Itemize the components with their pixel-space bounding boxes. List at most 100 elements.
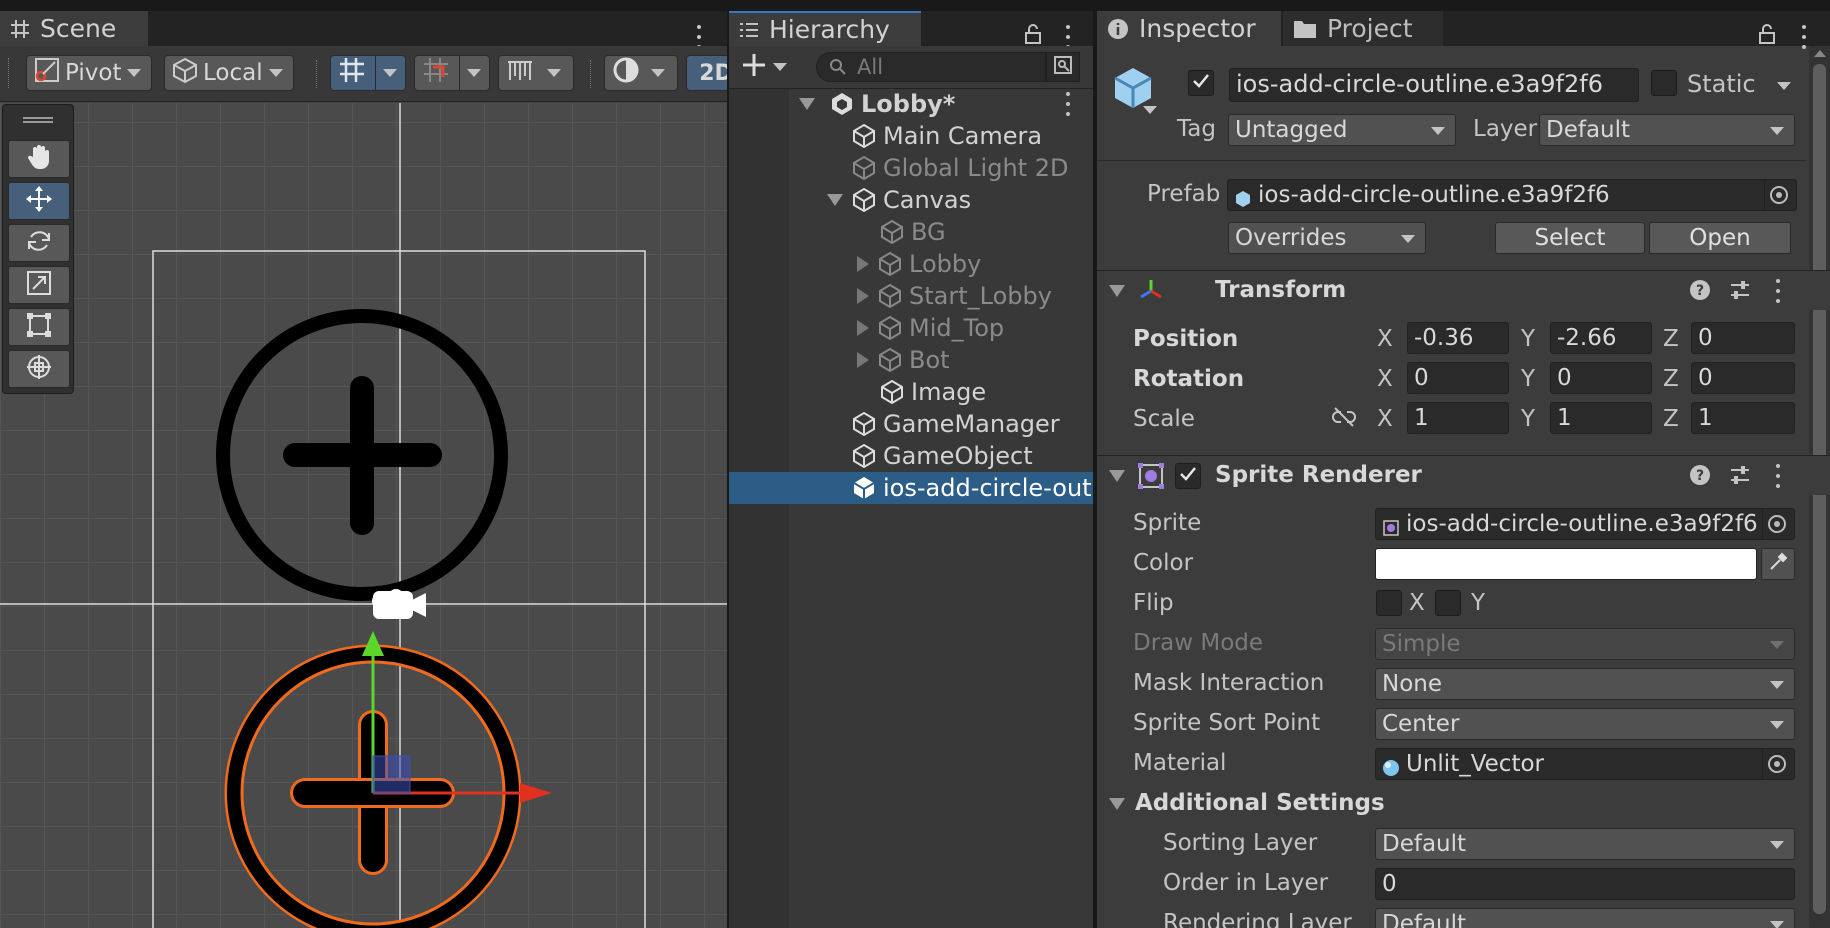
expand-arrow-icon[interactable] (799, 98, 815, 110)
rendering-layer-mask-dropdown[interactable]: Default (1375, 908, 1795, 928)
tab-project[interactable]: Project (1283, 11, 1443, 46)
eyedropper-button[interactable] (1761, 548, 1795, 580)
grid-snap-toggle[interactable] (330, 55, 406, 91)
hierarchy-item-ios-add-circle[interactable]: ios-add-circle-out (729, 472, 1093, 504)
material-field[interactable]: Unlit_Vector (1375, 748, 1795, 780)
hierarchy-item-gameobject[interactable]: GameObject (729, 440, 1093, 472)
hierarchy-item-bot[interactable]: Bot (729, 344, 1093, 376)
chevron-down-icon[interactable] (467, 69, 481, 77)
overlay-grip[interactable] (23, 117, 53, 123)
position-label: Position (1133, 326, 1239, 352)
tab-hierarchy[interactable]: Hierarchy (729, 11, 921, 46)
2d-mode-toggle[interactable]: 2D (686, 55, 727, 91)
add-circle-sprite-upper[interactable] (216, 309, 508, 601)
presets-sliders-icon[interactable] (1729, 464, 1751, 490)
hierarchy-item-global-light[interactable]: Global Light 2D (729, 152, 1093, 184)
color-swatch-field[interactable] (1375, 548, 1757, 580)
move-tool-button[interactable] (8, 182, 70, 220)
active-checkbox[interactable] (1188, 70, 1214, 96)
transform-header[interactable]: Transform ? (1097, 270, 1830, 310)
hierarchy-item-canvas[interactable]: Canvas (729, 184, 1093, 216)
hierarchy-item-start-lobby[interactable]: Start_Lobby (729, 280, 1093, 312)
hierarchy-item-image[interactable]: Image (729, 376, 1093, 408)
foldout-arrow-icon[interactable] (1109, 470, 1125, 482)
help-icon[interactable]: ? (1689, 279, 1711, 305)
collapse-arrow-icon[interactable] (857, 352, 869, 368)
rect-tool-button[interactable] (8, 308, 70, 346)
hierarchy-item-lobby[interactable]: Lobby (729, 248, 1093, 280)
rotate-tool-button[interactable] (8, 224, 70, 262)
position-z-field[interactable]: 0 (1691, 322, 1795, 354)
help-icon[interactable]: ? (1689, 464, 1711, 490)
expand-arrow-icon[interactable] (827, 194, 843, 206)
object-picker-button[interactable] (1764, 180, 1796, 210)
hierarchy-search-input[interactable]: All (816, 52, 1046, 82)
rotation-x-field[interactable]: 0 (1407, 362, 1509, 394)
sorting-layer-dropdown[interactable]: Default (1375, 828, 1795, 860)
hierarchy-item-gamemanager[interactable]: GameManager (729, 408, 1093, 440)
chevron-down-icon[interactable] (383, 69, 397, 77)
snap-increment-toggle[interactable] (414, 55, 490, 91)
mask-interaction-dropdown[interactable]: None (1375, 668, 1795, 700)
object-name-field[interactable]: ios-add-circle-outline.e3a9f2f6 (1229, 68, 1639, 102)
object-name-value: ios-add-circle-outline.e3a9f2f6 (1236, 70, 1603, 98)
flip-y-checkbox[interactable] (1435, 590, 1461, 616)
hand-tool-button[interactable] (8, 140, 70, 178)
scene-viewport[interactable] (0, 103, 727, 928)
unlinked-chain-icon[interactable] (1331, 406, 1357, 432)
additional-settings-label[interactable]: Additional Settings (1135, 790, 1385, 816)
prefab-select-button[interactable]: Select (1495, 222, 1645, 254)
icon-chevron-down-icon[interactable] (1143, 106, 1157, 114)
foldout-arrow-icon[interactable] (1109, 798, 1125, 810)
collapse-arrow-icon[interactable] (857, 256, 869, 272)
foldout-arrow-icon[interactable] (1109, 285, 1125, 297)
scale-y-field[interactable]: 1 (1550, 402, 1652, 434)
scale-x-field[interactable]: 1 (1407, 402, 1509, 434)
prefab-open-button[interactable]: Open (1649, 222, 1791, 254)
static-chevron-down-icon[interactable] (1777, 82, 1791, 90)
sprite-renderer-header[interactable]: Sprite Renderer ? (1097, 455, 1830, 495)
hierarchy-item-main-camera[interactable]: Main Camera (729, 120, 1093, 152)
increment-snap-dropdown[interactable] (498, 55, 574, 91)
transform-menu-icon[interactable] (1775, 279, 1781, 303)
hierarchy-item-lobby-scene[interactable]: Lobby* (729, 88, 1093, 120)
tag-dropdown[interactable]: Untagged (1228, 114, 1456, 146)
tab-scene[interactable]: Scene (0, 11, 148, 46)
scroll-up-icon[interactable] (1814, 50, 1826, 57)
inspector-menu-icon[interactable] (1801, 25, 1807, 49)
prefab-field[interactable]: ios-add-circle-outline.e3a9f2f6 (1227, 179, 1797, 211)
sprite-renderer-enabled-checkbox[interactable] (1175, 463, 1201, 489)
layer-dropdown[interactable]: Default (1539, 114, 1795, 146)
order-in-layer-field[interactable]: 0 (1375, 868, 1795, 900)
scene-item-menu-icon[interactable] (1065, 92, 1071, 116)
create-button[interactable] (741, 52, 799, 82)
collapse-arrow-icon[interactable] (857, 320, 869, 336)
object-picker-button[interactable] (1762, 509, 1794, 539)
static-checkbox[interactable] (1651, 70, 1677, 96)
overrides-dropdown[interactable]: Overrides (1228, 222, 1426, 254)
collapse-arrow-icon[interactable] (857, 288, 869, 304)
flip-x-checkbox[interactable] (1376, 590, 1402, 616)
position-x-field[interactable]: -0.36 (1407, 322, 1509, 354)
object-picker-button[interactable] (1762, 749, 1794, 779)
lock-icon[interactable] (1757, 23, 1777, 49)
sprite-field[interactable]: ios-add-circle-outline.e3a9f2f6 (1375, 508, 1795, 540)
presets-sliders-icon[interactable] (1729, 279, 1751, 305)
rotation-y-field[interactable]: 0 (1550, 362, 1652, 394)
position-y-field[interactable]: -2.66 (1550, 322, 1652, 354)
sprite-sort-point-dropdown[interactable]: Center (1375, 708, 1795, 740)
tab-inspector[interactable]: Inspector (1097, 11, 1281, 46)
local-dropdown[interactable]: Local (164, 55, 294, 91)
rotation-z-field[interactable]: 0 (1691, 362, 1795, 394)
hierarchy-item-bg[interactable]: BG (729, 216, 1093, 248)
search-by-type-button[interactable] (1046, 52, 1080, 82)
scale-tool-button[interactable] (8, 266, 70, 304)
scale-z-field[interactable]: 1 (1691, 402, 1795, 434)
sprite-renderer-menu-icon[interactable] (1775, 464, 1781, 488)
material-label: Material (1133, 750, 1227, 776)
hierarchy-item-mid-top[interactable]: Mid_Top (729, 312, 1093, 344)
transform-tool-button[interactable] (8, 350, 70, 388)
shading-mode-dropdown[interactable] (604, 55, 678, 91)
pivot-dropdown[interactable]: Pivot (26, 55, 152, 91)
scene-canvas[interactable] (0, 103, 727, 928)
